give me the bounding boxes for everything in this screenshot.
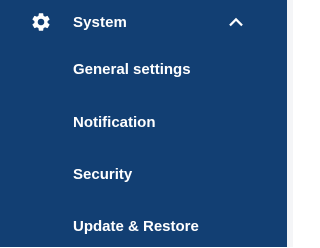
- menu-item-general-settings[interactable]: General settings: [0, 51, 287, 91]
- menu-item-notification[interactable]: Notification: [0, 104, 287, 144]
- sidebar-menu: System General settings Notification Sec…: [0, 0, 287, 247]
- menu-item-label: Security: [73, 166, 133, 183]
- menu-item-label: Update & Restore: [73, 218, 199, 235]
- menu-item-update-restore[interactable]: Update & Restore: [0, 208, 287, 248]
- menu-item-label: Notification: [73, 114, 156, 131]
- page-background-strip: [287, 0, 293, 247]
- system-menu-label: System: [73, 14, 127, 31]
- menu-item-security[interactable]: Security: [0, 156, 287, 196]
- gear-icon: [32, 13, 50, 31]
- menu-item-label: General settings: [73, 61, 191, 78]
- chevron-up-icon[interactable]: [227, 13, 245, 31]
- system-menu-header[interactable]: System: [0, 0, 287, 48]
